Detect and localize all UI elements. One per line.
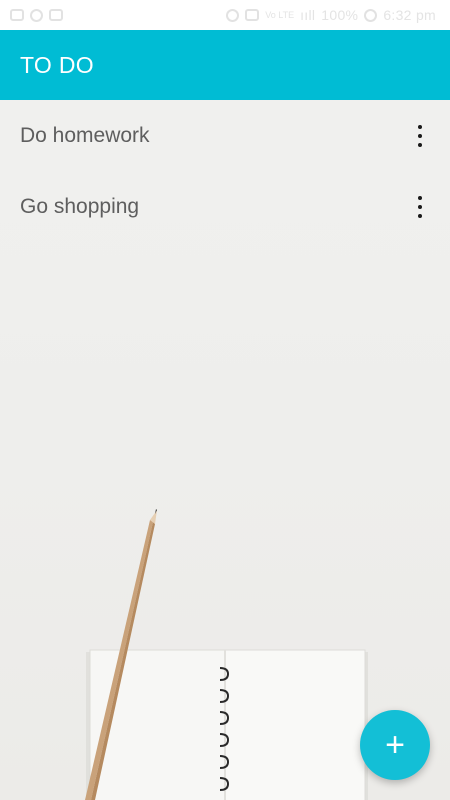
menu-dot: [418, 213, 422, 218]
more-vert-icon[interactable]: [406, 187, 434, 227]
app-bar: TO DO: [0, 30, 450, 100]
wifi-icon: [226, 8, 240, 22]
more-vert-icon[interactable]: [406, 116, 434, 156]
todo-item-label: Go shopping: [20, 194, 140, 218]
alarm-icon: [364, 8, 378, 22]
add-icon: +: [385, 726, 405, 764]
menu-dot: [418, 142, 422, 147]
network-type: Vo LTE: [265, 10, 295, 20]
todo-list: Do homework Go shopping: [0, 100, 450, 242]
menu-dot: [418, 195, 422, 200]
todo-item-label: Do homework: [20, 123, 150, 147]
image-icon: [49, 9, 63, 21]
todo-item[interactable]: Go shopping: [0, 171, 450, 242]
menu-dot: [418, 204, 422, 209]
menu-dot: [418, 124, 422, 129]
status-right-icons: Vo LTE ııll 100% 6:32 pm: [226, 7, 436, 23]
status-left-icons: [10, 8, 63, 22]
notification-icon: [10, 9, 24, 21]
sim-icon: [245, 9, 260, 21]
status-bar: Vo LTE ııll 100% 6:32 pm: [0, 0, 450, 30]
add-todo-button[interactable]: +: [360, 710, 430, 780]
app-title: TO DO: [20, 51, 94, 78]
todo-app-screen: Vo LTE ııll 100% 6:32 pm TO DO Do homewo…: [0, 0, 450, 800]
signal-strength: ııll: [300, 7, 316, 23]
battery-percent: 100%: [321, 7, 359, 23]
chat-icon: [30, 8, 43, 22]
menu-dot: [418, 133, 422, 138]
clock: 6:32 pm: [383, 7, 436, 23]
todo-item[interactable]: Do homework: [0, 100, 450, 171]
